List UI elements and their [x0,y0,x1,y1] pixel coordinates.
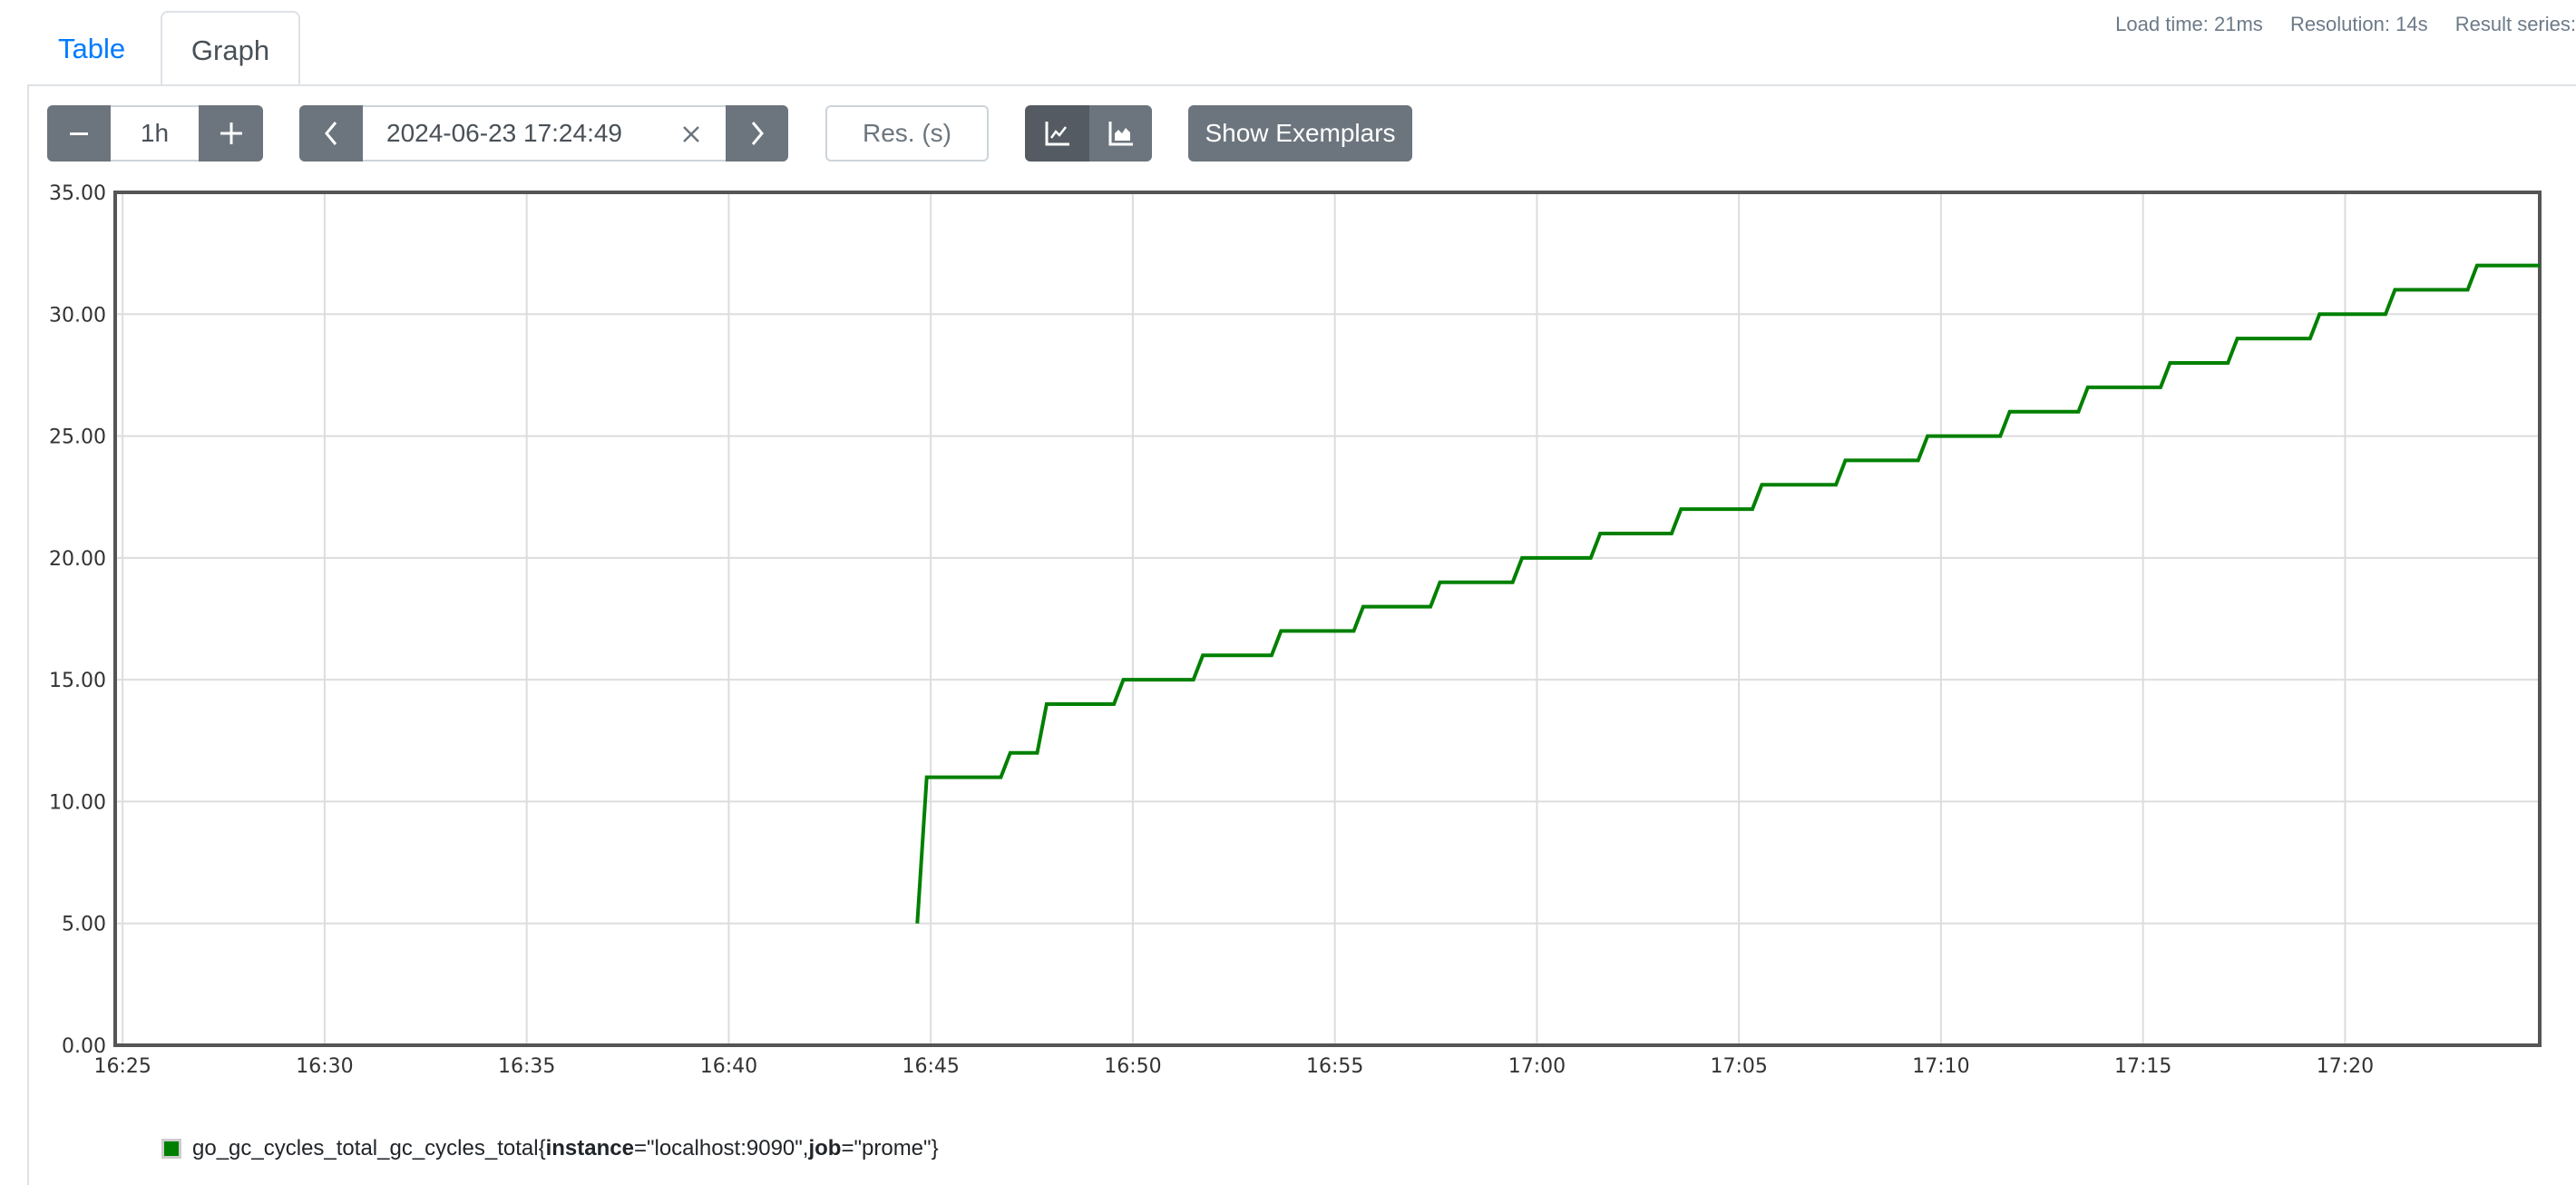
x-tick-label: 17:05 [1710,1055,1767,1078]
series-line [915,263,2540,924]
x-tick-label: 17:20 [2317,1055,2374,1078]
show-exemplars-button[interactable]: Show Exemplars [1188,105,1412,162]
y-tick-label: 35.00 [49,182,106,205]
tab-graph[interactable]: Graph [161,11,300,86]
x-tick-label: 17:10 [1912,1055,1969,1078]
legend-label-key: job [808,1136,842,1161]
y-tick-label: 25.00 [49,426,106,449]
legend-label-key: instance [545,1136,634,1161]
tab-table[interactable]: Table [27,11,156,86]
time-forward-button[interactable] [726,105,788,162]
x-tick-label: 16:35 [498,1055,555,1078]
graph[interactable]: 0.005.0010.0015.0020.0025.0030.0035.0016… [0,172,2576,1089]
x-tick-label: 16:50 [1104,1055,1161,1078]
close-icon[interactable] [682,125,700,143]
range-increase-button[interactable] [199,105,263,162]
legend-close-brace: } [931,1136,939,1161]
series-color-swatch [161,1139,181,1159]
chevron-left-icon [325,122,337,145]
query-stats: Load time: 21ms Resolution: 14s Result s… [2093,13,2576,36]
range-decrease-button[interactable] [47,105,111,162]
legend-label-value: ="prome" [841,1136,932,1161]
x-tick-label: 16:30 [296,1055,353,1078]
legend-label-value: ="localhost:9090", [633,1136,809,1161]
y-tick-label: 5.00 [62,914,106,936]
line-chart-icon [1045,122,1069,146]
plus-icon [220,122,242,144]
area-chart-icon [1108,122,1133,146]
y-tick-label: 20.00 [49,548,106,571]
x-tick-label: 17:15 [2114,1055,2171,1078]
legend-metric: go_gc_cycles_total_gc_cycles_total [192,1136,539,1161]
x-tick-label: 16:25 [93,1055,151,1078]
x-tick-label: 16:45 [902,1055,959,1078]
legend-open-brace: { [538,1136,546,1161]
result-series: Result series: [2454,13,2576,35]
resolution-input[interactable]: Res. (s) [825,105,989,162]
x-tick-label: 16:40 [700,1055,757,1078]
time-back-button[interactable] [299,105,363,162]
chart-type-stacked-button[interactable] [1089,105,1152,162]
chart-type-line-button[interactable] [1025,105,1089,162]
tab-divider [27,84,2576,86]
y-tick-label: 15.00 [49,670,106,692]
end-time-input[interactable]: 2024-06-23 17:24:49 [363,105,726,162]
x-tick-label: 17:00 [1508,1055,1566,1078]
plot-frame [113,191,2542,1047]
chevron-right-icon [751,122,764,145]
minus-icon [70,132,88,135]
end-time-value: 2024-06-23 17:24:49 [386,119,622,147]
legend-item[interactable]: go_gc_cycles_total_gc_cycles_total{insta… [161,1136,939,1161]
load-time: Load time: 21ms [2115,13,2263,35]
resolution-stat: Resolution: 14s [2289,13,2428,35]
y-tick-label: 10.00 [49,791,106,814]
y-tick-label: 30.00 [49,304,106,327]
range-input[interactable]: 1h [111,105,199,162]
x-tick-label: 16:55 [1306,1055,1363,1078]
